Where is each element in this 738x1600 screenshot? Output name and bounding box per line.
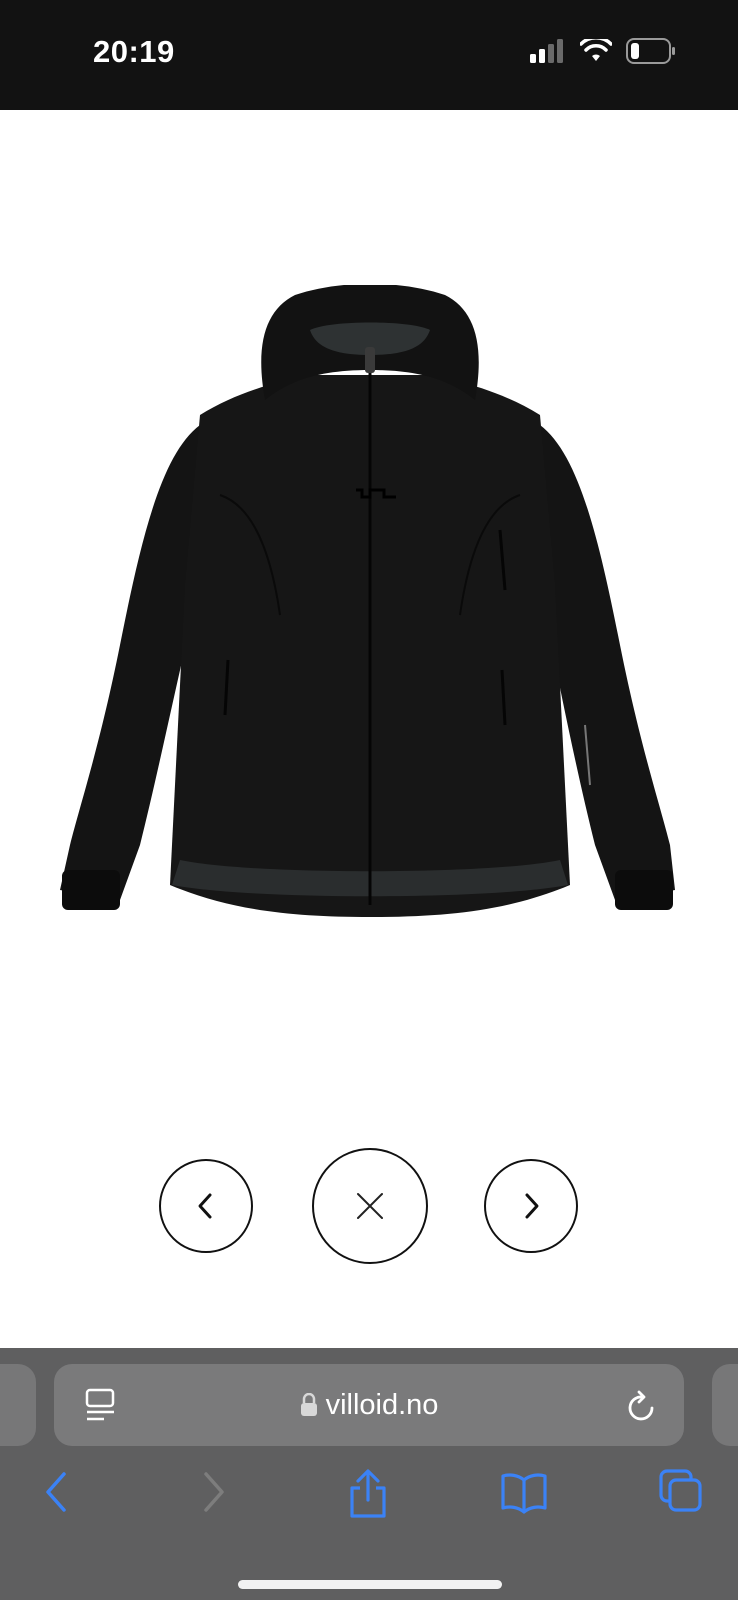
share-icon[interactable]: [346, 1468, 390, 1520]
battery-icon: [626, 38, 675, 64]
bookmarks-icon[interactable]: [500, 1468, 548, 1516]
chevron-right-icon: [525, 1193, 539, 1219]
previous-image-button[interactable]: [159, 1159, 253, 1253]
forward-arrow-icon[interactable]: [198, 1468, 230, 1516]
previous-tab-preview[interactable]: [0, 1364, 36, 1446]
back-arrow-icon[interactable]: [40, 1468, 72, 1516]
url-display[interactable]: villoid.no: [54, 1364, 684, 1446]
status-bar: 20:19: [0, 0, 738, 110]
browser-toolbar: [0, 1456, 738, 1536]
chevron-left-icon: [198, 1193, 212, 1219]
product-image: [60, 285, 675, 917]
next-tab-preview[interactable]: [712, 1364, 738, 1446]
browser-bar: villoid.no: [0, 1348, 738, 1600]
wifi-icon: [580, 39, 612, 61]
tabs-icon[interactable]: [658, 1468, 704, 1514]
next-image-button[interactable]: [484, 1159, 578, 1253]
url-text: villoid.no: [325, 1388, 439, 1421]
lock-icon: [300, 1393, 317, 1416]
status-icons: [530, 38, 676, 64]
status-time: 20:19: [93, 34, 175, 69]
close-viewer-button[interactable]: [312, 1148, 428, 1264]
close-icon: [357, 1193, 383, 1219]
reload-icon[interactable]: [626, 1388, 658, 1424]
signal-icon: [530, 39, 563, 63]
address-bar[interactable]: villoid.no: [54, 1364, 684, 1446]
home-indicator[interactable]: [238, 1580, 502, 1589]
